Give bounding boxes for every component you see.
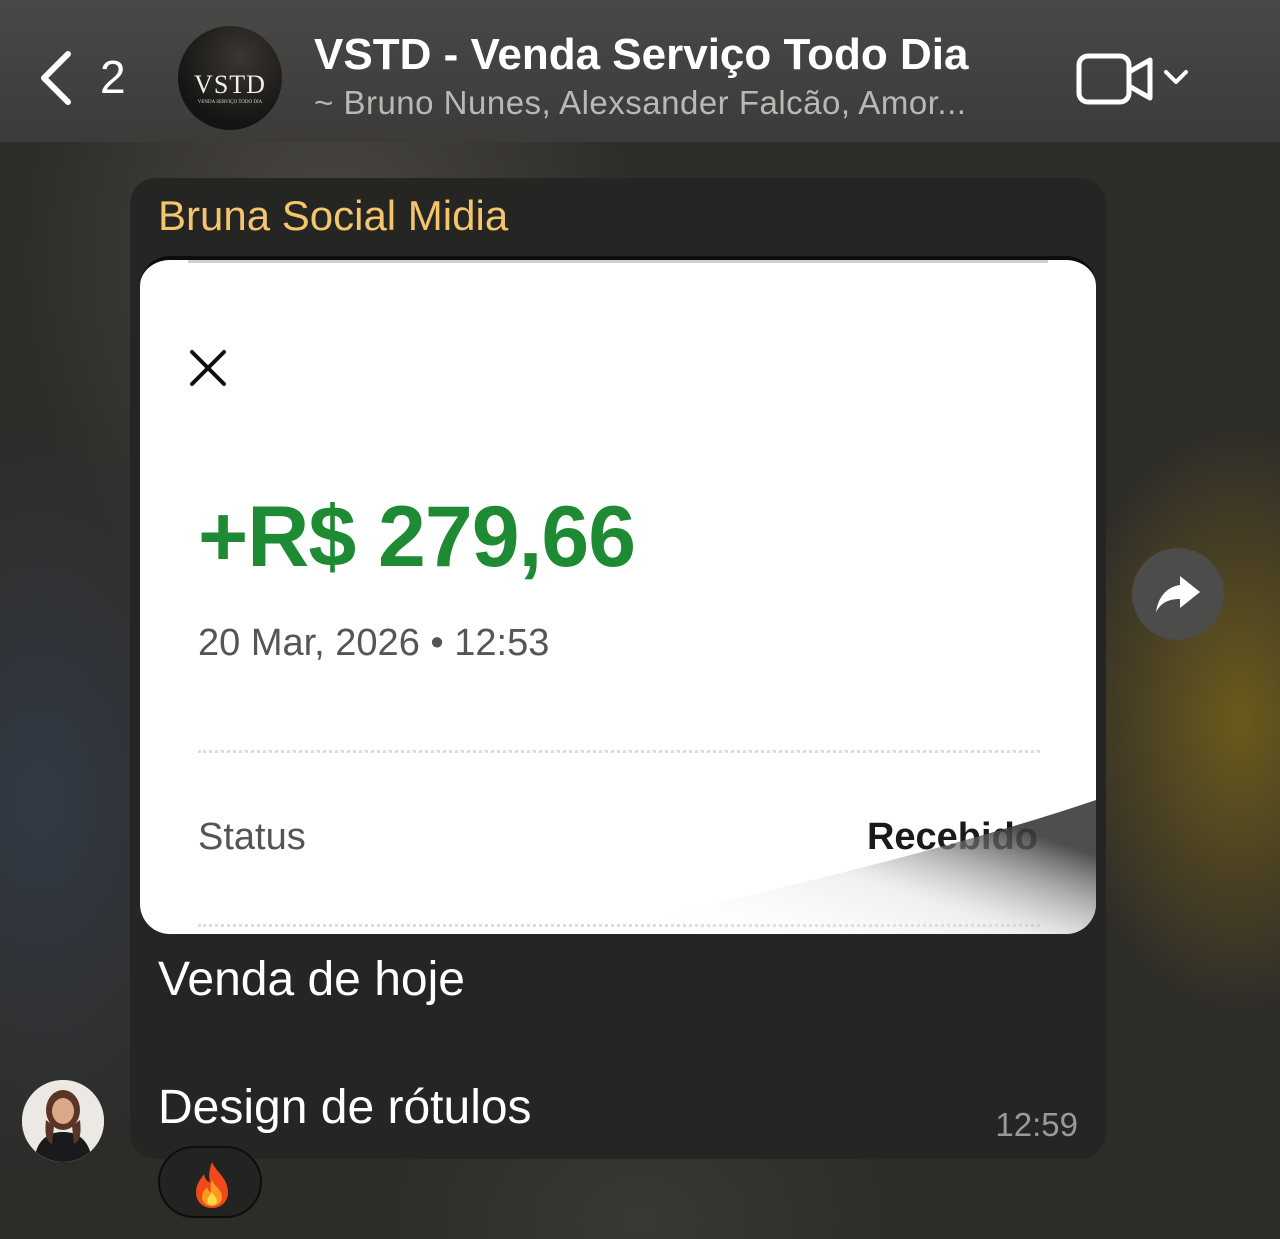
- video-camera-icon: [1076, 53, 1153, 105]
- video-call-button[interactable]: [1076, 50, 1196, 110]
- dotted-divider: [198, 924, 1040, 927]
- forward-arrow-icon: [1156, 576, 1200, 612]
- dotted-divider: [198, 750, 1040, 753]
- transfer-datetime: 20 Mar, 2026 • 12:53: [198, 622, 550, 664]
- chat-members[interactable]: ~ Bruno Nunes, Alexsander Falcão, Amor..…: [314, 84, 966, 122]
- chevron-down-icon: [1164, 70, 1188, 84]
- status-label: Status: [198, 816, 306, 858]
- image-attachment[interactable]: +R$ 279,66 20 Mar, 2026 • 12:53 Status R…: [140, 256, 1096, 934]
- avatar-logo-subtext: VENDA SERVIÇO TODO DIA: [197, 100, 263, 105]
- avatar-logo-text: VSTD: [194, 70, 266, 99]
- close-icon: [188, 348, 228, 388]
- message-caption-line2: Design de rótulos: [158, 1081, 532, 1134]
- fire-icon: [196, 1162, 228, 1208]
- message-timestamp: 12:59: [995, 1106, 1078, 1143]
- chat-title[interactable]: VSTD - Venda Serviço Todo Dia: [314, 30, 968, 80]
- back-button[interactable]: [36, 48, 76, 108]
- group-avatar[interactable]: VSTD VENDA SERVIÇO TODO DIA: [178, 26, 282, 130]
- transfer-amount: +R$ 279,66: [198, 489, 636, 585]
- unread-count[interactable]: 2: [100, 50, 126, 104]
- image-top-divider: [188, 260, 1048, 263]
- sender-avatar[interactable]: [22, 1080, 104, 1162]
- message-bubble[interactable]: Bruna Social Midia +R$ 279,66 20 Mar, 20…: [130, 178, 1106, 1159]
- forward-button[interactable]: [1132, 548, 1224, 640]
- sender-name[interactable]: Bruna Social Midia: [158, 192, 508, 240]
- status-value: Recebido: [866, 816, 1038, 858]
- chevron-left-icon: [41, 51, 71, 105]
- reaction-badge[interactable]: [158, 1146, 262, 1218]
- chat-header: 2 VSTD VENDA SERVIÇO TODO DIA VSTD - Ven…: [0, 0, 1280, 142]
- message-caption-line1: Venda de hoje: [158, 953, 465, 1006]
